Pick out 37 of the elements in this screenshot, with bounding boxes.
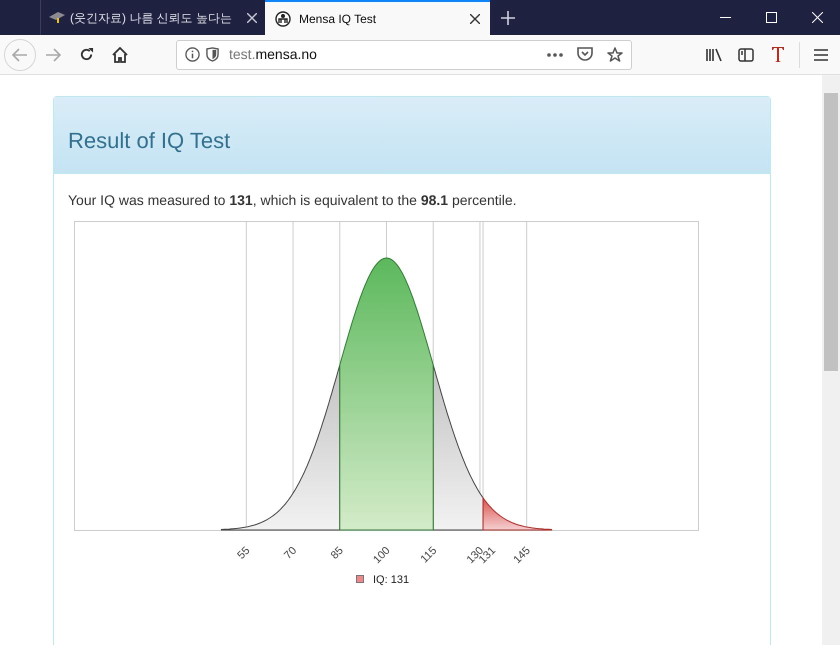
graduation-cap-icon — [49, 10, 65, 24]
axis-label: 100 — [371, 544, 393, 566]
reload-icon — [78, 47, 94, 62]
scrollbar-thumb[interactable] — [824, 93, 838, 371]
site-logo-icon — [275, 10, 291, 26]
tab-title: Mensa IQ Test — [299, 10, 378, 28]
close-tab-icon[interactable] — [470, 14, 480, 24]
legend-swatch — [356, 575, 364, 583]
axis-label: 85 — [328, 544, 346, 562]
library-icon — [706, 48, 722, 62]
maximize-icon — [766, 12, 776, 23]
more-icon[interactable] — [547, 52, 563, 56]
tab-title: (웃긴자료) 나름 신뢰도 높다는 — [70, 10, 233, 26]
home-icon — [112, 46, 128, 62]
browser-tab[interactable]: Mensa IQ Test — [265, 0, 490, 35]
sidebar-icon — [738, 48, 754, 62]
axis-label: 145 — [511, 544, 533, 566]
result-summary: Your IQ was measured to 131, which is equivalent to the 98.1 percentile. — [67, 191, 518, 210]
menu-icon — [814, 48, 828, 60]
panel-title: Result of IQ Test — [68, 126, 230, 154]
info-icon[interactable] — [185, 47, 200, 62]
url-text: test.mensa.no — [229, 45, 317, 64]
axis-label: 115 — [418, 544, 440, 566]
axis-label: 55 — [235, 544, 252, 562]
minimize-icon — [720, 17, 730, 18]
letter-t-icon — [771, 46, 785, 63]
shield-icon[interactable] — [206, 47, 219, 62]
score-percentile-area — [482, 496, 552, 530]
close-icon — [812, 12, 822, 23]
legend-label: IQ: 131 — [373, 574, 410, 586]
pocket-icon[interactable] — [577, 47, 593, 62]
address-bar[interactable]: test.mensa.no — [176, 40, 632, 70]
axis-label: 70 — [282, 544, 300, 562]
plus-icon — [501, 10, 515, 24]
back-arrow-icon — [12, 48, 28, 62]
forward-arrow-icon — [45, 48, 61, 62]
star-icon[interactable] — [607, 46, 623, 62]
